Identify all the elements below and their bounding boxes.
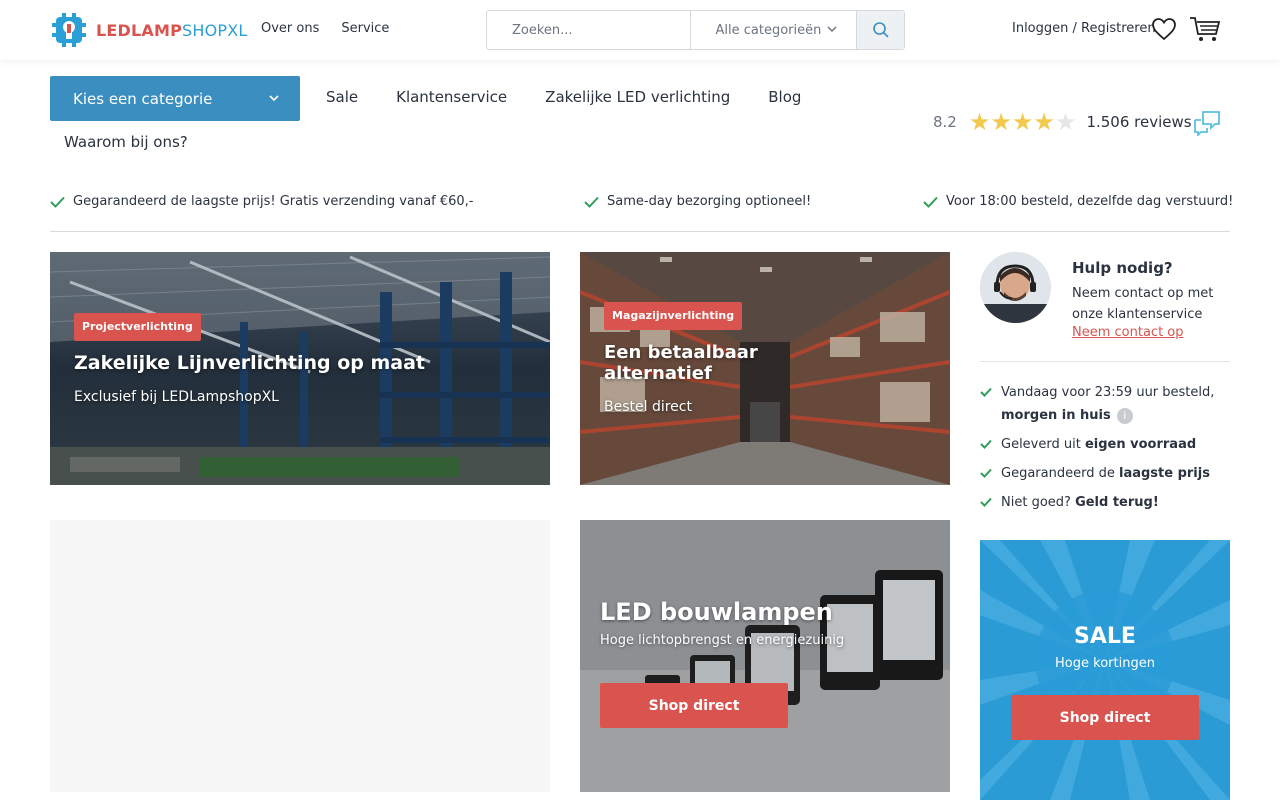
check-icon [50, 196, 65, 208]
tile-title-line: Een betaalbaar [604, 342, 758, 363]
star-icon: ★ [968, 108, 991, 136]
tile-magazijnverlichting[interactable]: Magazijnverlichting Een betaalbaar alter… [580, 252, 950, 485]
nav-klantenservice[interactable]: Klantenservice [396, 88, 507, 106]
check-icon [980, 387, 992, 397]
help-text: Neem contact op met onze klantenservice [1072, 286, 1214, 322]
benefit-text: Geleverd uit eigen voorraad [1001, 433, 1196, 456]
rating-stars: ★ ★ ★ ★ ★ [969, 110, 1077, 134]
logo-bulb-icon [52, 13, 86, 47]
login-register-link[interactable]: Inloggen / Registreren [1012, 21, 1156, 36]
benefit-bold: Geld terug! [1075, 495, 1159, 510]
usp-text: Gegarandeerd de laagste prijs! Gratis ve… [73, 194, 474, 209]
star-icon: ★ [1011, 108, 1034, 136]
check-icon [980, 497, 992, 507]
category-dropdown-label: Kies een categorie [73, 89, 213, 108]
review-chat-icon[interactable] [1193, 110, 1221, 136]
divider [50, 231, 1230, 232]
usp-item: Same-day bezorging optioneel! [584, 194, 811, 209]
tile-placeholder [50, 520, 550, 792]
heart-icon[interactable] [1151, 17, 1177, 41]
benefit-item: Vandaag voor 23:59 uur besteld, morgen in… [980, 381, 1231, 427]
rating-score: 8.2 [933, 113, 957, 131]
divider [980, 361, 1230, 362]
logo[interactable]: LEDLAMPSHOPXL [50, 10, 248, 50]
benefit-item: Gegarandeerd de laagste prijs [980, 462, 1210, 485]
benefit-bold: eigen voorraad [1084, 437, 1197, 452]
tile-title: Zakelijke Lijnverlichting op maat [74, 352, 426, 374]
nav-over-ons[interactable]: Over ons [261, 21, 319, 36]
star-icon: ★ [1033, 108, 1055, 136]
usp-text: Same-day bezorging optioneel! [607, 194, 812, 209]
benefit-pre: Vandaag voor 23:59 uur besteld, [1001, 385, 1215, 400]
help-title: Hulp nodig? [1072, 259, 1173, 277]
category-select-value: Alle categorieën [715, 22, 822, 38]
nav-sale[interactable]: Sale [326, 88, 358, 106]
tile-title-line: alternatief [604, 363, 712, 384]
shop-direct-button[interactable]: Shop direct [1011, 695, 1199, 740]
tile-badge: Projectverlichting [74, 313, 201, 341]
tile-led-bouwlampen[interactable]: LED bouwlampen Hoge lichtopbrengst en en… [580, 520, 950, 792]
benefit-item: Geleverd uit eigen voorraad [980, 433, 1196, 456]
benefit-text: Vandaag voor 23:59 uur besteld, morgen in… [1001, 381, 1231, 427]
main-nav: Sale Klantenservice Zakelijke LED verlic… [326, 88, 839, 106]
cart-icon[interactable] [1189, 16, 1221, 42]
review-rating[interactable]: 8.2 ★ ★ ★ ★ ★ 1.506 reviews [933, 110, 1192, 134]
check-icon [923, 196, 938, 208]
tile-title: Een betaalbaar alternatief [604, 342, 758, 384]
tile-subtitle: Bestel direct [604, 399, 692, 415]
top-nav: Over ons Service [261, 21, 389, 36]
contact-link[interactable]: Neem contact op [1072, 325, 1184, 340]
support-agent-photo [980, 252, 1051, 323]
star-icon: ★ [1054, 108, 1077, 136]
usp-item: Gegarandeerd de laagste prijs! Gratis ve… [50, 194, 474, 209]
tile-subtitle: Exclusief bij LEDLampshopXL [74, 389, 279, 405]
nav-blog[interactable]: Blog [768, 88, 801, 106]
benefit-item: Niet goed? Geld terug! [980, 491, 1159, 514]
nav-service[interactable]: Service [341, 21, 389, 36]
tile-subtitle: Hoge kortingen [1055, 656, 1155, 671]
category-dropdown-button[interactable]: Kies een categorie [50, 76, 300, 121]
tile-sale[interactable]: SALE Hoge kortingen Shop direct [980, 540, 1230, 800]
chevron-down-icon [827, 26, 837, 33]
benefit-pre: Gegarandeerd de [1001, 466, 1119, 481]
usp-item: Voor 18:00 besteld, dezelfde dag verstuu… [923, 194, 1233, 209]
chevron-down-icon [269, 95, 279, 102]
tile-projectverlichting[interactable]: Projectverlichting Zakelijke Lijnverlich… [50, 252, 550, 485]
benefit-bold: morgen in huis [1001, 408, 1111, 423]
floodlights-photo [580, 520, 950, 792]
usp-text: Voor 18:00 besteld, dezelfde dag verstuu… [946, 194, 1234, 209]
benefit-text: Gegarandeerd de laagste prijs [1001, 462, 1210, 485]
nav-zakelijke-led[interactable]: Zakelijke LED verlichting [545, 88, 730, 106]
benefit-bold: laagste prijs [1118, 466, 1210, 481]
tile-title: SALE [1074, 624, 1136, 649]
support-avatar [980, 252, 1051, 323]
check-icon [980, 468, 992, 478]
tile-badge: Magazijnverlichting [604, 302, 743, 330]
logo-text: LEDLAMPSHOPXL [96, 20, 248, 40]
tile-subtitle: Hoge lichtopbrengst en energiezuinig [600, 633, 845, 648]
nav-waarom-bij-ons[interactable]: Waarom bij ons? [64, 133, 188, 151]
search-bar: Alle categorieën [486, 10, 905, 50]
benefit-text: Niet goed? Geld terug! [1001, 491, 1159, 514]
top-bar: LEDLAMPSHOPXL Over ons Service Alle cate… [0, 0, 1280, 60]
check-icon [584, 196, 599, 208]
tile-title: LED bouwlampen [600, 598, 833, 626]
shop-direct-button[interactable]: Shop direct [600, 683, 788, 728]
info-icon[interactable]: i [1116, 407, 1133, 424]
benefit-pre: Niet goed? [1001, 495, 1076, 510]
category-select[interactable]: Alle categorieën [689, 11, 857, 49]
search-icon [872, 22, 889, 38]
star-icon: ★ [990, 108, 1012, 136]
check-icon [980, 439, 992, 449]
benefit-pre: Geleverd uit [1001, 437, 1085, 452]
review-count: 1.506 reviews [1086, 113, 1192, 131]
search-button[interactable] [856, 11, 904, 49]
search-input[interactable] [487, 11, 690, 49]
